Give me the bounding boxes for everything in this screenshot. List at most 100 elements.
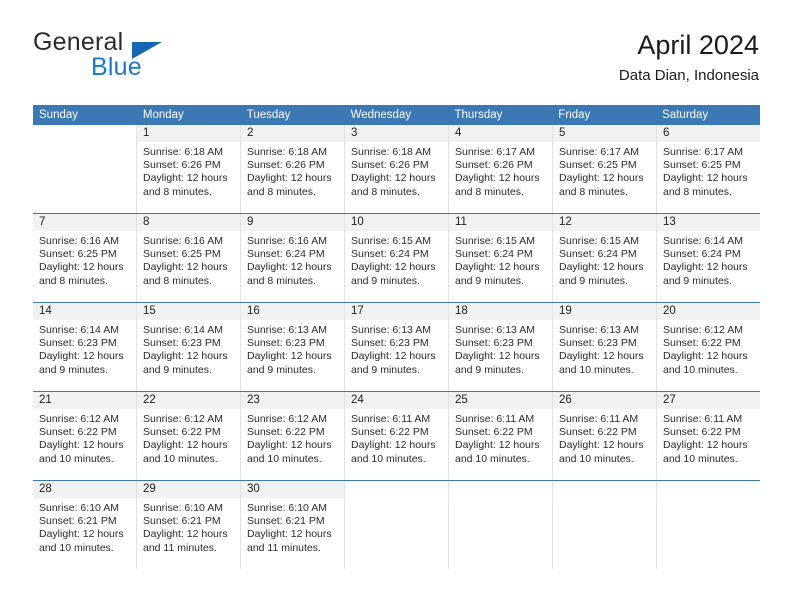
sunrise-text: Sunrise: 6:13 AM — [247, 324, 327, 336]
daylight-text: Daylight: 12 hours and 9 minutes. — [663, 261, 748, 287]
day-cell[interactable]: 4 Sunrise: 6:17 AM Sunset: 6:26 PM Daylight… — [449, 125, 553, 213]
day-number: 6 — [657, 125, 760, 142]
day-cell[interactable]: 27 Sunrise: 6:11 AM Sunset: 6:22 PM Dayligh… — [657, 392, 760, 480]
day-details: Sunrise: 6:13 AM Sunset: 6:23 PM Daylight:… — [553, 320, 656, 377]
day-cell[interactable]: 28 Sunrise: 6:10 AM Sunset: 6:21 PM Dayligh… — [33, 481, 137, 569]
daylight-text: Daylight: 12 hours and 9 minutes. — [559, 261, 644, 287]
day-number: 30 — [241, 481, 344, 498]
day-cell[interactable]: 15 Sunrise: 6:14 AM Sunset: 6:23 PM Dayligh… — [137, 303, 241, 391]
daylight-text: Daylight: 12 hours and 10 minutes. — [559, 439, 644, 465]
daylight-text: Daylight: 12 hours and 8 minutes. — [559, 172, 644, 198]
day-cell[interactable]: 26 Sunrise: 6:11 AM Sunset: 6:22 PM Dayligh… — [553, 392, 657, 480]
calendar-week-row: 21 Sunrise: 6:12 AM Sunset: 6:22 PM Dayligh… — [33, 391, 760, 480]
sunrise-text: Sunrise: 6:11 AM — [663, 413, 743, 425]
day-cell[interactable]: 30 Sunrise: 6:10 AM Sunset: 6:21 PM Dayligh… — [241, 481, 345, 569]
day-cell[interactable]: 24 Sunrise: 6:11 AM Sunset: 6:22 PM Dayligh… — [345, 392, 449, 480]
day-details: Sunrise: 6:17 AM Sunset: 6:25 PM Daylight:… — [657, 142, 760, 199]
sunset-text: Sunset: 6:26 PM — [455, 159, 533, 172]
daylight-text: Daylight: 12 hours and 8 minutes. — [663, 172, 748, 198]
day-details: Sunrise: 6:11 AM Sunset: 6:22 PM Daylight:… — [345, 409, 448, 466]
day-number: 22 — [137, 392, 240, 409]
day-number — [449, 481, 552, 498]
day-cell[interactable]: 9 Sunrise: 6:16 AM Sunset: 6:24 PM Daylight… — [241, 214, 345, 302]
day-details: Sunrise: 6:12 AM Sunset: 6:22 PM Daylight:… — [137, 409, 240, 466]
daylight-text: Daylight: 12 hours and 8 minutes. — [143, 172, 228, 198]
sunrise-text: Sunrise: 6:11 AM — [351, 413, 431, 425]
day-details: Sunrise: 6:14 AM Sunset: 6:23 PM Daylight:… — [33, 320, 136, 377]
daylight-text: Daylight: 12 hours and 9 minutes. — [143, 350, 228, 376]
day-cell[interactable]: 2 Sunrise: 6:18 AM Sunset: 6:26 PM Daylight… — [241, 125, 345, 213]
day-details: Sunrise: 6:10 AM Sunset: 6:21 PM Daylight:… — [137, 498, 240, 555]
day-details: Sunrise: 6:16 AM Sunset: 6:24 PM Daylight:… — [241, 231, 344, 288]
daylight-text: Daylight: 12 hours and 9 minutes. — [351, 261, 436, 287]
day-cell[interactable]: 20 Sunrise: 6:12 AM Sunset: 6:22 PM Dayligh… — [657, 303, 760, 391]
general-blue-logo[interactable]: General Blue — [33, 28, 293, 90]
sunset-text: Sunset: 6:23 PM — [39, 337, 117, 350]
day-number: 12 — [553, 214, 656, 231]
sunset-text: Sunset: 6:24 PM — [247, 248, 325, 261]
sunset-text: Sunset: 6:24 PM — [663, 248, 741, 261]
day-cell[interactable]: 5 Sunrise: 6:17 AM Sunset: 6:25 PM Daylight… — [553, 125, 657, 213]
weekday-header-thursday: Thursday — [454, 109, 503, 121]
sunrise-text: Sunrise: 6:18 AM — [247, 146, 327, 158]
sunset-text: Sunset: 6:23 PM — [559, 337, 637, 350]
weekday-header-wednesday: Wednesday — [350, 109, 412, 121]
day-cell[interactable]: 18 Sunrise: 6:13 AM Sunset: 6:23 PM Dayligh… — [449, 303, 553, 391]
daylight-text: Daylight: 12 hours and 11 minutes. — [143, 528, 228, 554]
day-cell[interactable]: 22 Sunrise: 6:12 AM Sunset: 6:22 PM Dayligh… — [137, 392, 241, 480]
calendar-body: 1 Sunrise: 6:18 AM Sunset: 6:26 PM Daylight… — [33, 125, 760, 569]
day-cell[interactable]: 17 Sunrise: 6:13 AM Sunset: 6:23 PM Dayligh… — [345, 303, 449, 391]
day-cell[interactable]: 13 Sunrise: 6:14 AM Sunset: 6:24 PM Dayligh… — [657, 214, 760, 302]
day-details: Sunrise: 6:13 AM Sunset: 6:23 PM Daylight:… — [345, 320, 448, 377]
sunrise-text: Sunrise: 6:10 AM — [143, 502, 223, 514]
day-cell-empty — [33, 125, 137, 213]
day-cell[interactable]: 19 Sunrise: 6:13 AM Sunset: 6:23 PM Dayligh… — [553, 303, 657, 391]
title-block: April 2024 Data Dian, Indonesia — [619, 28, 759, 87]
sunrise-text: Sunrise: 6:12 AM — [143, 413, 223, 425]
day-cell[interactable]: 21 Sunrise: 6:12 AM Sunset: 6:22 PM Dayligh… — [33, 392, 137, 480]
day-cell[interactable]: 10 Sunrise: 6:15 AM Sunset: 6:24 PM Dayligh… — [345, 214, 449, 302]
day-number: 16 — [241, 303, 344, 320]
weekday-header-saturday: Saturday — [662, 109, 709, 121]
sunset-text: Sunset: 6:22 PM — [39, 426, 117, 439]
day-number: 3 — [345, 125, 448, 142]
daylight-text: Daylight: 12 hours and 10 minutes. — [663, 350, 748, 376]
calendar-week-row: 7 Sunrise: 6:16 AM Sunset: 6:25 PM Daylight… — [33, 213, 760, 302]
day-cell[interactable]: 12 Sunrise: 6:15 AM Sunset: 6:24 PM Dayligh… — [553, 214, 657, 302]
daylight-text: Daylight: 12 hours and 9 minutes. — [455, 350, 540, 376]
sunrise-text: Sunrise: 6:15 AM — [455, 235, 535, 247]
sunrise-text: Sunrise: 6:17 AM — [663, 146, 743, 158]
day-cell[interactable]: 1 Sunrise: 6:18 AM Sunset: 6:26 PM Daylight… — [137, 125, 241, 213]
day-details: Sunrise: 6:12 AM Sunset: 6:22 PM Daylight:… — [657, 320, 760, 377]
day-cell[interactable]: 23 Sunrise: 6:12 AM Sunset: 6:22 PM Dayligh… — [241, 392, 345, 480]
day-cell[interactable]: 8 Sunrise: 6:16 AM Sunset: 6:25 PM Daylight… — [137, 214, 241, 302]
day-number: 21 — [33, 392, 136, 409]
daylight-text: Daylight: 12 hours and 8 minutes. — [39, 261, 124, 287]
day-number: 4 — [449, 125, 552, 142]
day-cell[interactable]: 25 Sunrise: 6:11 AM Sunset: 6:22 PM Dayligh… — [449, 392, 553, 480]
sunrise-text: Sunrise: 6:14 AM — [39, 324, 119, 336]
day-details: Sunrise: 6:18 AM Sunset: 6:26 PM Daylight:… — [241, 142, 344, 199]
day-number: 25 — [449, 392, 552, 409]
day-cell[interactable]: 7 Sunrise: 6:16 AM Sunset: 6:25 PM Daylight… — [33, 214, 137, 302]
day-cell[interactable]: 11 Sunrise: 6:15 AM Sunset: 6:24 PM Dayligh… — [449, 214, 553, 302]
sunrise-text: Sunrise: 6:13 AM — [351, 324, 431, 336]
day-number: 5 — [553, 125, 656, 142]
sunrise-text: Sunrise: 6:10 AM — [247, 502, 327, 514]
day-cell[interactable]: 14 Sunrise: 6:14 AM Sunset: 6:23 PM Dayligh… — [33, 303, 137, 391]
daylight-text: Daylight: 12 hours and 9 minutes. — [351, 350, 436, 376]
calendar-week-row: 28 Sunrise: 6:10 AM Sunset: 6:21 PM Dayligh… — [33, 480, 760, 569]
day-cell[interactable]: 16 Sunrise: 6:13 AM Sunset: 6:23 PM Dayligh… — [241, 303, 345, 391]
sunset-text: Sunset: 6:26 PM — [143, 159, 221, 172]
sunset-text: Sunset: 6:22 PM — [559, 426, 637, 439]
day-cell[interactable]: 6 Sunrise: 6:17 AM Sunset: 6:25 PM Daylight… — [657, 125, 760, 213]
day-number: 17 — [345, 303, 448, 320]
day-cell[interactable]: 3 Sunrise: 6:18 AM Sunset: 6:26 PM Daylight… — [345, 125, 449, 213]
sunset-text: Sunset: 6:21 PM — [247, 515, 325, 528]
sunset-text: Sunset: 6:26 PM — [351, 159, 429, 172]
day-number — [345, 481, 448, 498]
day-number: 23 — [241, 392, 344, 409]
daylight-text: Daylight: 12 hours and 8 minutes. — [143, 261, 228, 287]
weekday-header-sunday: Sunday — [39, 109, 79, 121]
day-cell[interactable]: 29 Sunrise: 6:10 AM Sunset: 6:21 PM Dayligh… — [137, 481, 241, 569]
